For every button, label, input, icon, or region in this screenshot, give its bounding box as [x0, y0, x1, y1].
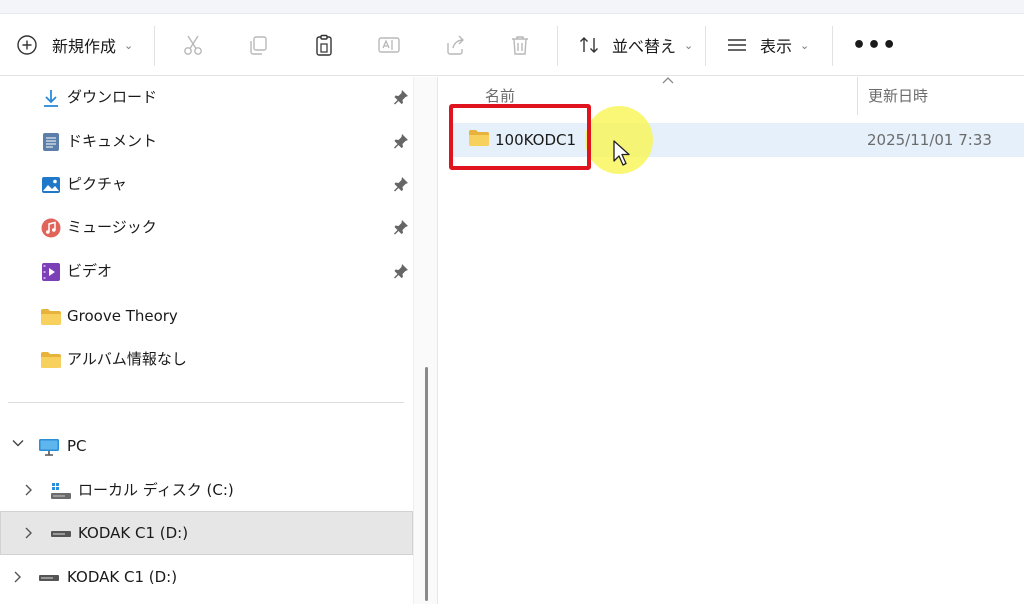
sidebar-scrollbar[interactable]	[413, 77, 438, 604]
pin-icon[interactable]	[393, 133, 409, 149]
paste-button[interactable]	[312, 14, 336, 76]
pin-icon[interactable]	[393, 89, 409, 105]
chevron-down-icon: ⌄	[800, 38, 810, 52]
pin-icon[interactable]	[393, 219, 409, 235]
sidebar-item-label: アルバム情報なし	[67, 350, 187, 368]
usb-drive-icon	[38, 567, 60, 589]
sidebar-item-label: ミュージック	[67, 218, 157, 236]
sidebar-item-kodak-d[interactable]: KODAK C1 (D:)	[0, 513, 413, 553]
column-divider[interactable]	[857, 77, 858, 115]
new-button-label: 新規作成	[52, 37, 117, 56]
sidebar-item-album-unknown[interactable]: アルバム情報なし	[0, 339, 413, 379]
list-view-icon	[726, 34, 748, 56]
sidebar-item-label: ローカル ディスク (C:)	[78, 481, 234, 499]
videos-icon	[40, 261, 62, 283]
share-icon	[443, 33, 467, 57]
copy-icon	[246, 33, 270, 57]
scrollbar-thumb[interactable]	[425, 367, 428, 601]
sidebar-item-label: Groove Theory	[67, 307, 178, 325]
sort-ascending-icon	[662, 73, 674, 87]
pictures-icon	[40, 174, 62, 196]
column-header-modified[interactable]: 更新日時	[868, 85, 928, 106]
pc-icon	[38, 436, 60, 458]
chevron-right-icon[interactable]	[22, 483, 34, 501]
title-bar-strip	[0, 0, 1024, 14]
toolbar-divider	[154, 26, 155, 66]
trash-icon	[508, 33, 532, 57]
sidebar-item-local-disk-c[interactable]: ローカル ディスク (C:)	[0, 470, 413, 510]
plus-circle-icon	[16, 34, 38, 56]
mouse-pointer-icon	[612, 139, 632, 171]
sidebar-item-label: ビデオ	[67, 262, 113, 280]
chevron-down-icon: ⌄	[684, 38, 694, 52]
more-icon: •••	[852, 32, 898, 58]
cut-button[interactable]	[181, 14, 205, 76]
command-bar: 新規作成 ⌄ 並べ替え ⌄ 表示 ⌄ •••	[0, 14, 1024, 76]
pin-icon[interactable]	[393, 263, 409, 279]
rename-button[interactable]	[377, 14, 401, 76]
chevron-right-icon[interactable]	[11, 570, 23, 588]
usb-drive-icon	[50, 523, 72, 545]
navigation-pane: ダウンロード ドキュメント ピクチャ ミュージック ビデオ Groove The…	[0, 77, 430, 604]
toolbar-divider	[557, 26, 558, 66]
file-modified-date: 2025/11/01 7:33	[867, 131, 992, 149]
rename-icon	[377, 33, 401, 57]
local-disk-icon	[50, 480, 72, 502]
clipboard-icon	[312, 33, 336, 57]
column-header-name[interactable]: 名前	[485, 85, 515, 106]
annotation-red-box	[449, 104, 591, 170]
copy-button[interactable]	[246, 14, 270, 76]
sidebar-item-pictures[interactable]: ピクチャ	[0, 164, 413, 204]
new-button[interactable]: 新規作成 ⌄	[16, 14, 133, 76]
sort-button-label: 並べ替え	[612, 37, 677, 56]
sidebar-item-documents[interactable]: ドキュメント	[0, 121, 413, 161]
pin-icon[interactable]	[393, 176, 409, 192]
sidebar-item-groove-theory[interactable]: Groove Theory	[0, 296, 413, 336]
sidebar-item-removable-kodak-d[interactable]: KODAK C1 (D:)	[0, 557, 413, 597]
music-icon	[40, 217, 62, 239]
sort-arrows-icon	[578, 34, 600, 56]
sidebar-item-label: ドキュメント	[67, 132, 158, 150]
chevron-down-icon: ⌄	[124, 38, 134, 52]
sort-button[interactable]: 並べ替え ⌄	[578, 14, 693, 76]
view-button-label: 表示	[760, 37, 793, 56]
sidebar-item-label: KODAK C1 (D:)	[67, 568, 178, 586]
chevron-right-icon[interactable]	[22, 526, 34, 544]
documents-icon	[40, 131, 62, 153]
download-icon	[40, 87, 62, 109]
sidebar-item-label: PC	[67, 437, 87, 455]
chevron-down-icon[interactable]	[11, 436, 25, 454]
view-button[interactable]: 表示 ⌄	[726, 14, 809, 76]
toolbar-divider	[832, 26, 833, 66]
more-options-button[interactable]: •••	[852, 14, 897, 76]
sidebar-divider	[8, 402, 404, 403]
sidebar-item-label: KODAK C1 (D:)	[78, 524, 189, 542]
folder-icon	[40, 306, 62, 328]
toolbar-divider	[705, 26, 706, 66]
sidebar-item-downloads[interactable]: ダウンロード	[0, 77, 413, 117]
sidebar-item-label: ピクチャ	[67, 175, 127, 193]
sidebar-item-music[interactable]: ミュージック	[0, 207, 413, 247]
sidebar-item-videos[interactable]: ビデオ	[0, 251, 413, 291]
sidebar-item-pc[interactable]: PC	[0, 426, 413, 466]
share-button[interactable]	[443, 14, 467, 76]
folder-icon	[40, 349, 62, 371]
scissors-icon	[181, 33, 205, 57]
sidebar-item-label: ダウンロード	[67, 88, 158, 106]
delete-button[interactable]	[508, 14, 532, 76]
